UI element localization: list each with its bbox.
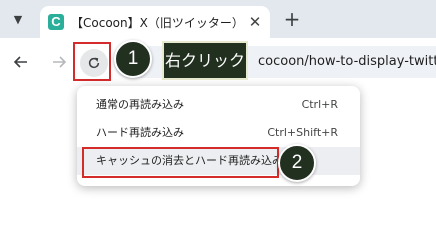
back-arrow-icon[interactable]: [10, 51, 32, 73]
forward-arrow-icon[interactable]: [48, 51, 70, 73]
step-badge-2: 2: [278, 144, 316, 182]
menu-item-hard-reload[interactable]: ハード再読み込み Ctrl+Shift+R: [77, 119, 360, 147]
step-badge-1: 1: [114, 40, 152, 78]
browser-tab[interactable]: C 【Cocoon】X（旧ツイッター）のSNS ✕: [40, 6, 270, 38]
menu-item-label: 通常の再読み込み: [96, 98, 184, 111]
plus-icon[interactable]: +: [282, 9, 302, 29]
favicon-icon: C: [48, 14, 64, 30]
menu-item-highlight-box: [82, 147, 279, 178]
menu-item-label: ハード再読み込み: [96, 126, 184, 139]
reload-highlight-box: [73, 42, 111, 81]
menu-item-normal-reload[interactable]: 通常の再読み込み Ctrl+R: [77, 91, 360, 119]
url-text[interactable]: cocoon/how-to-display-twitte: [258, 52, 436, 72]
close-icon[interactable]: ✕: [246, 13, 264, 31]
tab-title: 【Cocoon】X（旧ツイッター）のSNS: [71, 16, 239, 30]
chevron-down-icon[interactable]: ▼: [6, 8, 30, 30]
menu-item-shortcut: Ctrl+Shift+R: [267, 126, 338, 139]
right-click-callout: 右クリック: [162, 41, 248, 80]
menu-item-shortcut: Ctrl+R: [301, 98, 338, 111]
